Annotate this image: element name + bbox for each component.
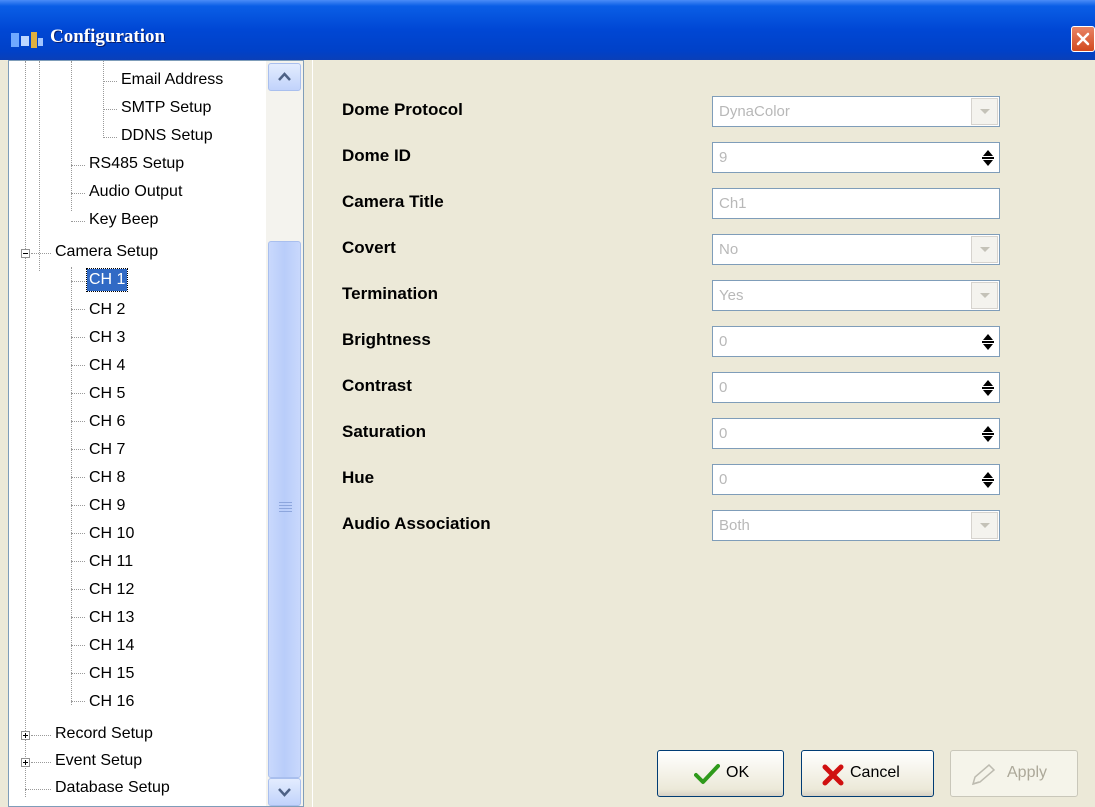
x-icon — [822, 764, 844, 786]
saturation-value: 0 — [719, 425, 728, 442]
brightness-value: 0 — [719, 333, 728, 350]
tree-item-ch-2[interactable]: CH 2 — [89, 297, 125, 323]
tree-item-ch-3[interactable]: CH 3 — [89, 325, 125, 351]
expand-icon[interactable] — [21, 731, 30, 740]
scroll-down-button[interactable] — [268, 778, 301, 806]
field-label-dome-protocol: Dome Protocol — [342, 100, 463, 119]
audio-association-dropdown[interactable]: Both — [712, 510, 1000, 541]
tree-item-ch-14[interactable]: CH 14 — [89, 633, 134, 659]
tree-item-camera-setup[interactable]: Camera Setup — [55, 239, 158, 265]
field-label-covert: Covert — [342, 238, 396, 257]
dropdown-button[interactable] — [971, 512, 998, 539]
spinner-arrows-icon[interactable] — [979, 468, 997, 492]
tree-item-ch-5[interactable]: CH 5 — [89, 381, 125, 407]
tree-item-rs485-setup[interactable]: RS485 Setup — [89, 151, 184, 177]
spinner-arrows-icon[interactable] — [979, 146, 997, 170]
collapse-icon[interactable] — [21, 249, 30, 258]
chevron-up-icon — [278, 72, 291, 81]
field-label-dome-id: Dome ID — [342, 146, 411, 165]
field-label-brightness: Brightness — [342, 330, 431, 349]
tree-scrollbar[interactable] — [266, 61, 303, 806]
tree-item-event-setup[interactable]: Event Setup — [55, 748, 142, 774]
apply-label: Apply — [1007, 764, 1048, 781]
tree-item-record-setup[interactable]: Record Setup — [55, 721, 153, 747]
termination-dropdown[interactable]: Yes — [712, 280, 1000, 311]
ok-button[interactable]: OK — [657, 750, 784, 797]
chevron-down-icon — [980, 247, 990, 252]
tree-item-key-beep[interactable]: Key Beep — [89, 207, 158, 233]
spinner-arrows-icon[interactable] — [979, 376, 997, 400]
tree-item-ch-12[interactable]: CH 12 — [89, 577, 134, 603]
tree-item-smtp-setup[interactable]: SMTP Setup — [121, 95, 211, 121]
dome-protocol-value: DynaColor — [719, 103, 790, 120]
dropdown-button[interactable] — [971, 282, 998, 309]
app-icon — [10, 30, 44, 50]
ok-label: OK — [726, 764, 750, 781]
dropdown-button[interactable] — [971, 236, 998, 263]
covert-value: No — [719, 241, 739, 258]
chevron-down-icon — [980, 109, 990, 114]
tree-item-ch-8[interactable]: CH 8 — [89, 465, 125, 491]
chevron-down-icon — [980, 293, 990, 298]
hue-spinner[interactable]: 0 — [712, 464, 1000, 495]
dome-protocol-dropdown[interactable]: DynaColor — [712, 96, 1000, 127]
contrast-spinner[interactable]: 0 — [712, 372, 1000, 403]
apply-button[interactable]: Apply — [950, 750, 1078, 797]
brightness-spinner[interactable]: 0 — [712, 326, 1000, 357]
field-label-termination: Termination — [342, 284, 439, 303]
scroll-up-button[interactable] — [268, 63, 301, 91]
camera-title-input[interactable]: Ch1 — [712, 188, 1000, 219]
saturation-spinner[interactable]: 0 — [712, 418, 1000, 449]
termination-value: Yes — [719, 287, 744, 304]
tree-item-ddns-setup[interactable]: DDNS Setup — [121, 123, 213, 149]
close-icon — [1076, 32, 1090, 46]
field-label-saturation: Saturation — [342, 422, 427, 441]
covert-dropdown[interactable]: No — [712, 234, 1000, 265]
tree-item-ch-16[interactable]: CH 16 — [89, 689, 134, 715]
window-title: Configuration — [50, 26, 166, 47]
chevron-down-icon — [980, 523, 990, 528]
tree-item-ch-7[interactable]: CH 7 — [89, 437, 125, 463]
config-tree[interactable]: Email Address SMTP Setup DDNS Setup RS48… — [8, 60, 304, 807]
tree-item-database-setup[interactable]: Database Setup — [55, 775, 170, 801]
expand-icon[interactable] — [21, 758, 30, 767]
dome-id-value: 9 — [719, 149, 728, 166]
audio-association-value: Both — [719, 517, 750, 534]
hue-value: 0 — [719, 471, 728, 488]
spinner-arrows-icon[interactable] — [979, 422, 997, 446]
cancel-label: Cancel — [850, 764, 900, 781]
field-label-camera-title: Camera Title — [342, 192, 444, 211]
checkmark-icon — [694, 764, 720, 784]
tree-item-email-address[interactable]: Email Address — [121, 67, 223, 93]
dropdown-button[interactable] — [971, 98, 998, 125]
tree-item-ch-6[interactable]: CH 6 — [89, 409, 125, 435]
field-label-audio-association: Audio Association — [342, 514, 491, 533]
tree-item-audio-output[interactable]: Audio Output — [89, 179, 182, 205]
tree-item-ch-4[interactable]: CH 4 — [89, 353, 125, 379]
tree-item-ch-11[interactable]: CH 11 — [89, 549, 133, 575]
spinner-arrows-icon[interactable] — [979, 330, 997, 354]
tree-item-ch-13[interactable]: CH 13 — [89, 605, 134, 631]
tree-item-ch-10[interactable]: CH 10 — [89, 521, 134, 547]
title-bar: Configuration — [0, 0, 1095, 60]
cancel-button[interactable]: Cancel — [801, 750, 934, 797]
field-label-hue: Hue — [342, 468, 375, 487]
pencil-icon — [971, 763, 996, 786]
tree-item-ch-1[interactable]: CH 1 — [85, 268, 129, 292]
tree-item-ch-9[interactable]: CH 9 — [89, 493, 125, 519]
tree-item-ch-15[interactable]: CH 15 — [89, 661, 134, 687]
field-label-contrast: Contrast — [342, 376, 412, 395]
contrast-value: 0 — [719, 379, 728, 396]
close-button[interactable] — [1071, 26, 1095, 52]
scroll-thumb[interactable] — [268, 241, 301, 778]
dome-id-spinner[interactable]: 9 — [712, 142, 1000, 173]
chevron-down-icon — [278, 788, 291, 797]
